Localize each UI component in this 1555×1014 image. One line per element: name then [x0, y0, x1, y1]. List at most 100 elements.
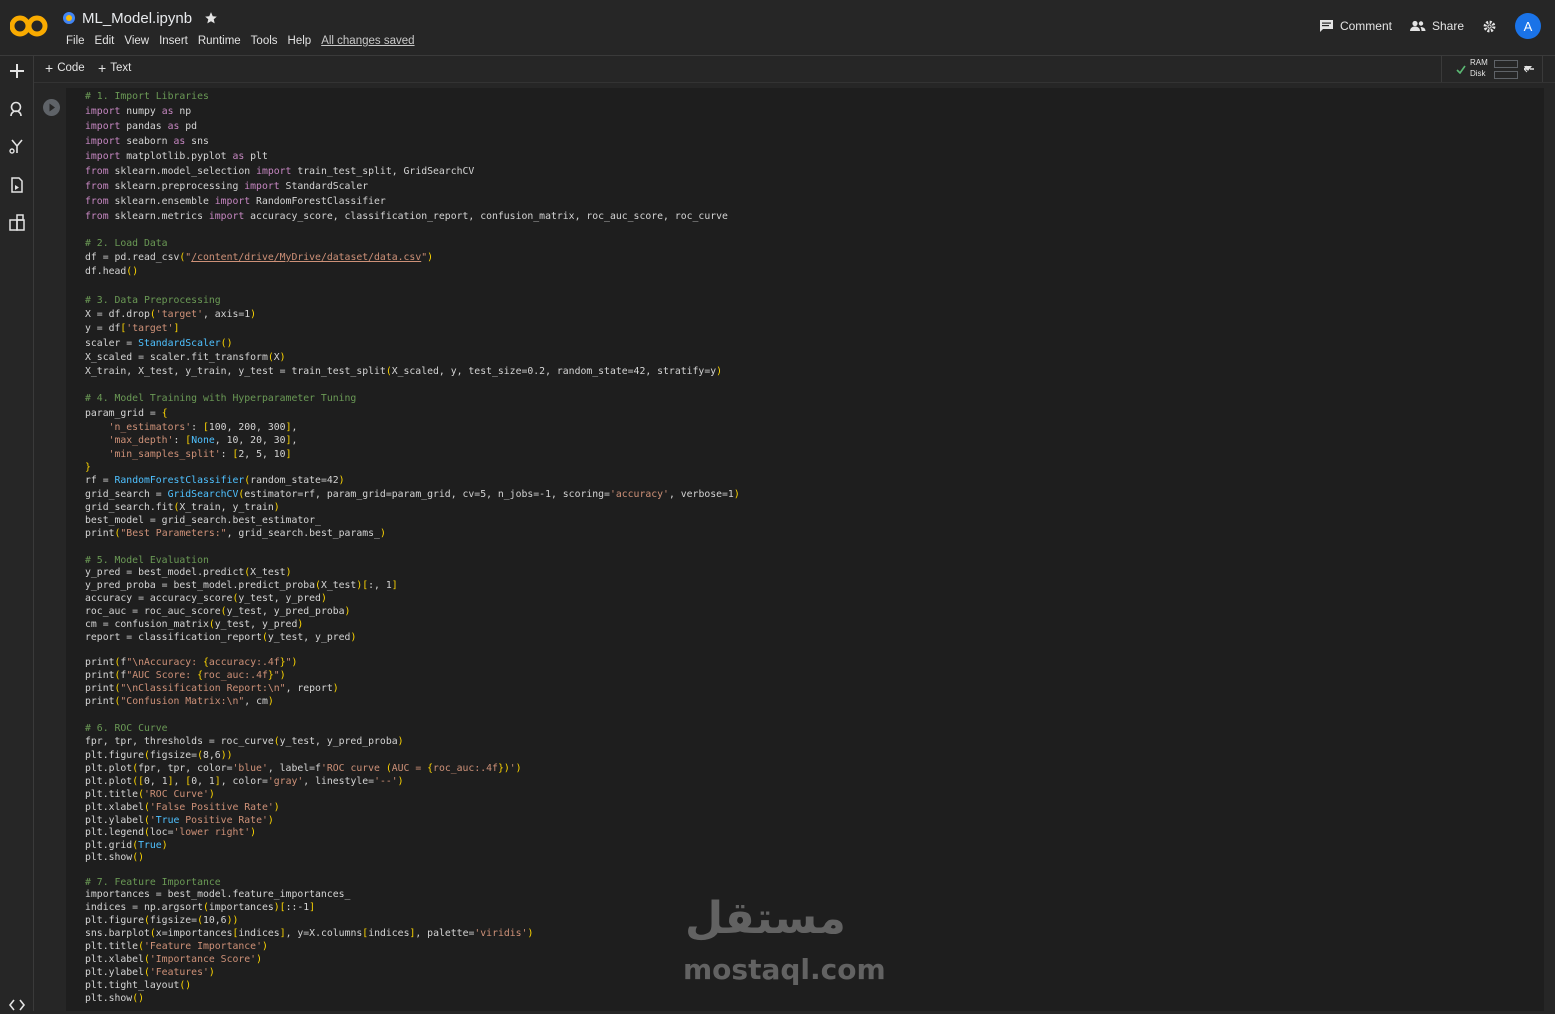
code-line: importances = best_model.feature_importa… — [85, 889, 351, 900]
plus-icon[interactable] — [8, 62, 26, 80]
code-line: import matplotlib.pyplot as plt — [85, 151, 268, 162]
code-line: fpr, tpr, thresholds = roc_curve(y_test,… — [85, 736, 404, 747]
code-line: print(f"AUC Score: {roc_auc:.4f}") — [85, 670, 286, 681]
code-line: import seaborn as sns — [85, 136, 209, 147]
notebook-title[interactable]: ML_Model.ipynb — [82, 10, 192, 27]
code-line: plt.plot(fpr, tpr, color='blue', label=f… — [85, 763, 522, 774]
watermark: مستقل mostaql.com — [680, 893, 886, 993]
code-line: import numpy as np — [85, 106, 192, 117]
files-icon[interactable] — [8, 176, 26, 194]
ram-label: RAM — [1470, 58, 1488, 67]
add-text-button[interactable]: + Text — [98, 59, 132, 76]
comment-icon — [1319, 20, 1333, 32]
avatar[interactable]: A — [1515, 13, 1541, 39]
code-line: # 4. Model Training with Hyperparameter … — [85, 393, 357, 404]
code-line: plt.plot([0, 1], [0, 1], color='gray', l… — [85, 776, 404, 787]
menu-file[interactable]: File — [61, 35, 90, 47]
code-line: print("Best Parameters:", grid_search.be… — [85, 528, 386, 539]
code-line: y = df['target'] — [85, 323, 180, 334]
code-line: df.head() — [85, 266, 139, 277]
code-line: X_train, X_test, y_train, y_test = train… — [85, 366, 723, 377]
menu-help[interactable]: Help — [283, 35, 317, 47]
plus-icon: + — [98, 59, 107, 76]
menu-runtime[interactable]: Runtime — [193, 35, 246, 47]
code-line: roc_auc = roc_auc_score(y_test, y_pred_p… — [85, 606, 351, 617]
code-line: plt.tight_layout() — [85, 980, 192, 991]
code-line: X = df.drop('target', axis=1) — [85, 309, 257, 320]
code-line: } — [85, 462, 91, 473]
code-line: plt.ylabel('Features') — [85, 967, 215, 978]
code-line: best_model = grid_search.best_estimator_ — [85, 515, 321, 526]
code-line: accuracy = accuracy_score(y_test, y_pred… — [85, 593, 327, 604]
menu-tools[interactable]: Tools — [246, 35, 283, 47]
extensions-icon[interactable] — [8, 214, 26, 232]
code-line: plt.legend(loc='lower right') — [85, 827, 257, 838]
code-line: plt.show() — [85, 852, 144, 863]
code-line: # 6. ROC Curve — [85, 723, 168, 734]
play-icon — [49, 103, 55, 112]
menu-insert[interactable]: Insert — [154, 35, 193, 47]
code-line: sns.barplot(x=importances[indices], y=X.… — [85, 928, 534, 939]
menu-view[interactable]: View — [119, 35, 154, 47]
code-line: # 2. Load Data — [85, 238, 168, 249]
code-brackets-icon[interactable] — [8, 996, 26, 1014]
watermark-arabic: مستقل — [685, 893, 846, 944]
drive-icon[interactable] — [62, 11, 76, 25]
code-line: print("Confusion Matrix:\n", cm) — [85, 696, 274, 707]
gear-icon[interactable] — [1482, 19, 1497, 34]
ram-meter — [1494, 60, 1518, 68]
share-button[interactable]: Share — [1409, 19, 1464, 33]
collapse-icon[interactable] — [1524, 65, 1534, 73]
code-line: 'n_estimators': [100, 200, 300], — [108, 422, 298, 433]
code-line: param_grid = { — [85, 408, 168, 419]
comment-button[interactable]: Comment — [1319, 19, 1392, 33]
code-line: X_scaled = scaler.fit_transform(X) — [85, 352, 286, 363]
variables-icon[interactable] — [8, 137, 26, 155]
colab-logo[interactable] — [10, 13, 48, 39]
disk-meter — [1494, 71, 1518, 79]
code-line: import pandas as pd — [85, 121, 198, 132]
code-line: 'min_samples_split': [2, 5, 10] — [108, 449, 292, 460]
code-line: scaler = StandardScaler() — [85, 338, 233, 349]
code-line: plt.show() — [85, 993, 144, 1004]
save-status[interactable]: All changes saved — [316, 35, 419, 47]
code-line: print("\nClassification Report:\n", repo… — [85, 683, 339, 694]
code-line: plt.title('ROC Curve') — [85, 789, 215, 800]
code-line: 'max_depth': [None, 10, 20, 30], — [108, 435, 298, 446]
code-line: grid_search.fit(X_train, y_train) — [85, 502, 280, 513]
left-sidebar — [0, 56, 34, 1011]
code-line: plt.figure(figsize=(10,6)) — [85, 915, 239, 926]
code-line: grid_search = GridSearchCV(estimator=rf,… — [85, 489, 740, 500]
add-text-label: Text — [110, 62, 132, 74]
header-actions: Comment Share A — [1319, 13, 1541, 39]
add-code-label: Code — [57, 62, 85, 74]
code-line: rf = RandomForestClassifier(random_state… — [85, 475, 345, 486]
code-line: cm = confusion_matrix(y_test, y_pred) — [85, 619, 304, 630]
disk-label: Disk — [1470, 69, 1486, 78]
plus-icon: + — [45, 59, 54, 76]
code-line: plt.title('Feature Importance') — [85, 941, 268, 952]
watermark-latin: mostaql.com — [683, 953, 886, 986]
code-cell[interactable] — [66, 88, 1544, 1011]
code-line: from sklearn.model_selection import trai… — [85, 166, 475, 177]
search-icon[interactable] — [8, 100, 26, 118]
code-line: from sklearn.metrics import accuracy_sco… — [85, 211, 728, 222]
check-icon — [1456, 65, 1466, 74]
code-line: report = classification_report(y_test, y… — [85, 632, 357, 643]
star-icon[interactable] — [204, 11, 218, 25]
code-line: plt.xlabel('Importance Score') — [85, 954, 262, 965]
code-line: plt.xlabel('False Positive Rate') — [85, 802, 280, 813]
code-line: from sklearn.ensemble import RandomFores… — [85, 196, 386, 207]
code-line: plt.figure(figsize=(8,6)) — [85, 750, 233, 761]
code-line: df = pd.read_csv("/content/drive/MyDrive… — [85, 252, 434, 263]
menu-edit[interactable]: Edit — [90, 35, 120, 47]
code-line: # 1. Import Libraries — [85, 91, 209, 102]
code-line: y_pred = best_model.predict(X_test) — [85, 567, 292, 578]
code-line: print(f"\nAccuracy: {accuracy:.4f}") — [85, 657, 298, 668]
share-label: Share — [1431, 19, 1464, 33]
code-line: # 3. Data Preprocessing — [85, 295, 221, 306]
people-icon — [1409, 20, 1426, 31]
add-code-button[interactable]: + Code — [45, 59, 85, 76]
run-cell-button[interactable] — [43, 99, 60, 116]
menu-bar: File Edit View Insert Runtime Tools Help… — [61, 35, 420, 47]
